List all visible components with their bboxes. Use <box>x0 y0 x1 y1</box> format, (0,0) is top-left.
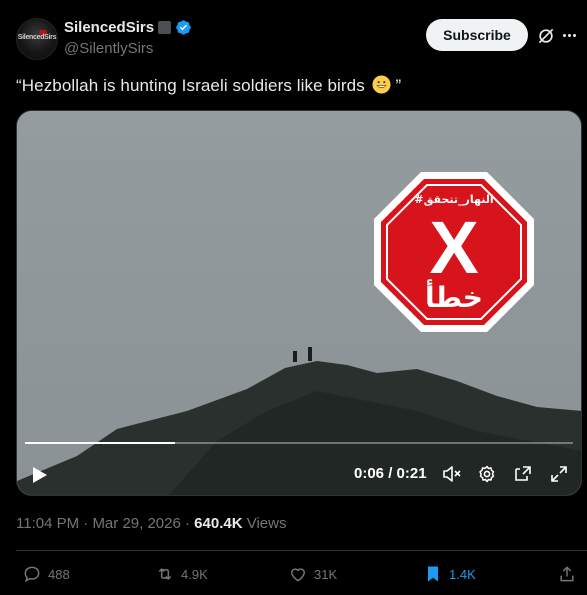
views-count: 640.4K <box>194 515 243 532</box>
stamp-x-mark: X <box>429 206 478 289</box>
grinning-face-emoji-icon <box>372 75 391 94</box>
share-button[interactable] <box>557 564 577 584</box>
tweet-actions: 488 4.9K 31K 1.4K <box>0 564 587 588</box>
verified-badge-icon <box>176 20 191 35</box>
tweet-text: “Hezbollah is hunting Israeli soldiers l… <box>16 75 401 96</box>
video-player[interactable]: #النهار_تتحقق X خطأ 0:06 / 0:21 <box>16 110 582 496</box>
closing-quote: ” <box>395 76 402 95</box>
video-controls: 0:06 / 0:21 <box>17 457 581 491</box>
meta-separator: · <box>83 515 89 532</box>
stamp-verdict-text: خطأ <box>425 279 483 314</box>
false-claim-stamp: #النهار_تتحقق X خطأ <box>374 172 534 332</box>
views-label: Views <box>246 515 287 532</box>
settings-gear-icon[interactable] <box>477 464 497 484</box>
play-icon[interactable] <box>32 466 48 484</box>
reply-button[interactable]: 488 <box>22 564 70 584</box>
tweet-body: “Hezbollah is hunting Israeli soldiers l… <box>16 76 365 95</box>
bookmark-count: 1.4K <box>449 566 476 582</box>
mute-icon[interactable] <box>442 464 462 484</box>
display-name[interactable]: SilencedSirs <box>64 19 154 36</box>
tweet-date[interactable]: Mar 29, 2026 <box>92 515 180 532</box>
user-handle[interactable]: @SilentlySirs <box>64 40 153 57</box>
tweet-time[interactable]: 11:04 PM <box>16 515 79 532</box>
tweet-meta: 11:04 PM · Mar 29, 2026 · 640.4K Views <box>16 515 286 532</box>
reply-count: 488 <box>48 566 70 582</box>
heart-icon <box>291 568 305 582</box>
bookmark-button[interactable]: 1.4K <box>423 564 476 584</box>
video-time: 0:06 / 0:21 <box>354 465 427 482</box>
like-button[interactable]: 31K <box>288 564 337 584</box>
meta-dot: · <box>185 515 190 532</box>
divider <box>16 550 587 551</box>
avatar-logo-text: SilencedSirs <box>17 34 57 41</box>
video-progress-fill <box>25 442 175 444</box>
subscribe-button[interactable]: Subscribe <box>426 19 528 51</box>
video-progress-bar[interactable] <box>25 442 573 444</box>
bookmark-icon <box>428 566 438 582</box>
black-square-emoji-icon <box>158 21 172 34</box>
picture-in-picture-icon[interactable] <box>513 464 533 484</box>
reply-icon <box>24 566 40 583</box>
name-row: SilencedSirs <box>64 19 192 36</box>
fullscreen-icon[interactable] <box>549 464 569 484</box>
like-count: 31K <box>314 566 338 582</box>
avatar[interactable]: SilencedSirs <box>16 18 58 60</box>
repost-icon <box>158 568 172 580</box>
stamp-top-text: #النهار_تتحقق <box>414 193 493 206</box>
repost-count: 4.9K <box>181 566 208 582</box>
share-icon <box>560 566 574 582</box>
repost-button[interactable]: 4.9K <box>155 564 208 584</box>
grok-icon[interactable] <box>536 26 556 46</box>
more-options-icon[interactable] <box>563 34 576 37</box>
